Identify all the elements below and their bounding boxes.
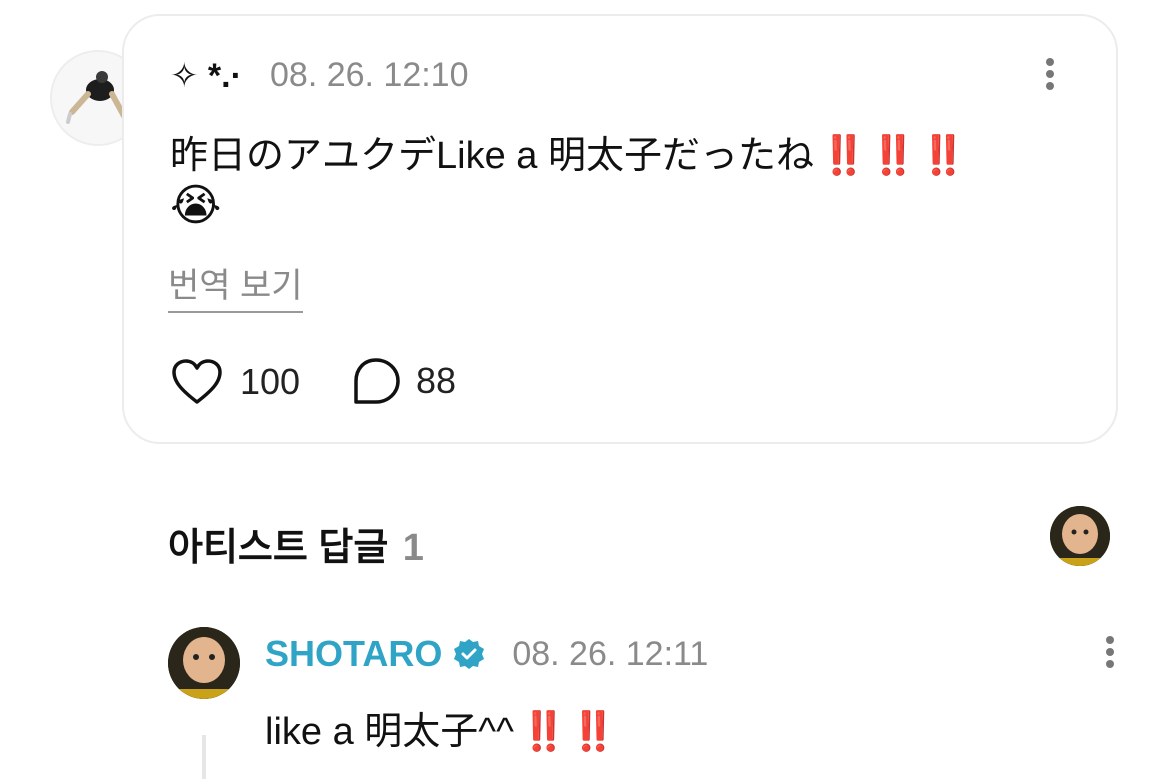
comment-text: 昨日のアユクデLike a 明太子だったね ‼️ ‼️ ‼️ <box>170 124 967 179</box>
reply-count: 88 <box>416 360 457 401</box>
comment-timestamp: 08. 26. 12:10 <box>270 56 469 94</box>
translate-link[interactable]: 번역 보기 <box>168 258 303 313</box>
comment-author[interactable]: ✧ *.· <box>170 56 242 96</box>
thread-line <box>202 735 206 779</box>
artist-photo <box>168 627 240 699</box>
artist-replies-header: 아티스트 답글 1 <box>168 516 424 571</box>
artist-replies-count: 1 <box>402 527 424 569</box>
artist-replies-title: 아티스트 답글 <box>168 527 389 569</box>
more-vertical-icon[interactable] <box>1100 632 1120 672</box>
crying-face-emoji: 😭 <box>170 181 222 230</box>
verified-badge-icon <box>454 639 485 669</box>
more-vertical-icon[interactable] <box>1040 54 1060 94</box>
artist-photo <box>1050 506 1110 566</box>
heart-icon <box>172 359 222 404</box>
double-exclamation-emoji: ‼️ ‼️ <box>519 711 617 753</box>
comment-text-body: 昨日のアユクデLike a 明太子だったね <box>170 135 814 177</box>
artist-avatar-small[interactable] <box>1050 506 1110 566</box>
like-count: 100 <box>240 361 301 402</box>
reply-author[interactable]: SHOTARO <box>265 633 442 675</box>
reply-timestamp: 08. 26. 12:11 <box>512 634 709 673</box>
reply-text-body: like a 明太子^^ <box>265 711 514 753</box>
reply-button[interactable]: 88 <box>350 356 456 406</box>
comment-bubble-icon <box>354 358 400 404</box>
like-button[interactable]: 100 <box>170 358 300 406</box>
double-exclamation-emoji: ‼️ ‼️ ‼️ <box>819 135 967 177</box>
reply-text: like a 明太子^^ ‼️ ‼️ <box>265 700 617 755</box>
artist-avatar[interactable] <box>168 627 240 699</box>
reply-author-row: SHOTARO 08. 26. 12:11 <box>265 633 708 675</box>
